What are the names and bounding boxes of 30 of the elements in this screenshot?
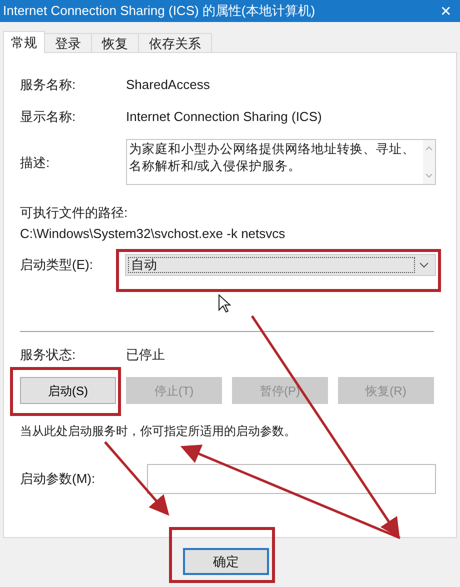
description-box[interactable]: 为家庭和小型办公网络提供网络地址转换、寻址、名称解析和/或入侵保护服务。: [126, 139, 436, 185]
mouse-cursor-icon: [218, 294, 231, 313]
field-label: 显示名称:: [20, 108, 77, 126]
close-button[interactable]: ✕: [440, 0, 452, 22]
field-value: SharedAccess: [126, 76, 210, 94]
field-value: Internet Connection Sharing (ICS): [126, 108, 322, 126]
description-text: 为家庭和小型办公网络提供网络地址转换、寻址、名称解析和/或入侵保护服务。: [128, 141, 416, 175]
field-label: 服务状态:: [20, 346, 77, 364]
startup-type-dropdown[interactable]: 自动: [125, 254, 436, 276]
caret-icon: [419, 262, 429, 268]
dropdown-value: 自动: [128, 257, 415, 273]
scroll-up-icon[interactable]: [425, 146, 433, 151]
status-value: 已停止: [126, 346, 165, 364]
ok-button[interactable]: 确定: [183, 548, 269, 575]
start-parameters-field[interactable]: [146, 464, 436, 494]
window-title: Internet Connection Sharing (ICS) 的属性(本地计算机): [3, 2, 316, 20]
tab[interactable]: 恢复: [91, 33, 139, 53]
field-label: 服务名称:: [20, 76, 77, 94]
tab[interactable]: 登录: [44, 33, 92, 53]
tab[interactable]: 常规: [3, 31, 45, 53]
field-label: 描述:: [20, 154, 51, 171]
tab[interactable]: 依存关系: [138, 33, 212, 53]
path-text: C:\Windows\System32\svchost.exe -k netsvcs: [20, 225, 286, 242]
field-label: 可执行文件的路径:: [20, 204, 129, 221]
scroll-down-icon[interactable]: [425, 173, 433, 178]
field-label: 启动类型(E):: [20, 256, 94, 274]
scrollbar[interactable]: [423, 140, 435, 184]
hint-text: 当从此处启动服务时，你可指定所适用的启动参数。: [20, 423, 297, 440]
service-button[interactable]: 启动(S): [20, 377, 116, 404]
field-label: 启动参数(M):: [20, 470, 96, 488]
